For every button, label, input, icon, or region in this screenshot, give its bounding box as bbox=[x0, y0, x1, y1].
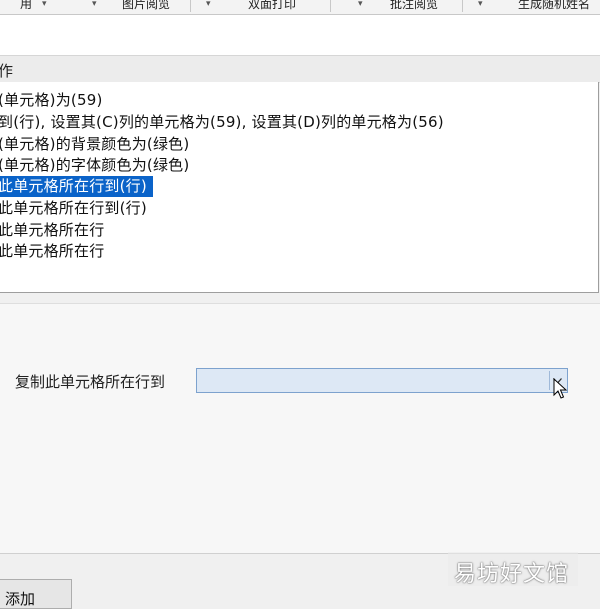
form-panel bbox=[0, 303, 600, 554]
copy-row-label: 复制此单元格所在行到 bbox=[15, 373, 166, 391]
chevron-down-icon[interactable]: ▾ bbox=[358, 0, 363, 9]
target-row-combobox[interactable] bbox=[196, 368, 568, 393]
chevron-down-icon[interactable]: ▾ bbox=[92, 0, 97, 9]
list-item[interactable]: 此单元格所在行到(行) bbox=[0, 198, 147, 219]
list-item[interactable]: (单元格)的背景颜色为(绿色) bbox=[0, 134, 189, 155]
watermark: 易坊好文馆 bbox=[448, 552, 578, 587]
mouse-cursor-icon bbox=[553, 377, 568, 404]
list-item[interactable]: (单元格)的字体颜色为(绿色) bbox=[0, 155, 189, 176]
list-item[interactable]: 此单元格所在行 bbox=[0, 241, 104, 262]
chevron-down-icon[interactable]: ▾ bbox=[206, 0, 211, 9]
list-item[interactable]: 此单元格所在行 bbox=[0, 220, 104, 241]
toolbar-item-duplex-print[interactable]: 双面打印 bbox=[248, 0, 296, 12]
toolbar-item-random-name[interactable]: 生成随机姓名 bbox=[518, 0, 590, 12]
list-item[interactable]: 到(行), 设置其(C)列的单元格为(59), 设置其(D)列的单元格为(56) bbox=[0, 112, 444, 133]
chevron-down-icon[interactable]: ▾ bbox=[478, 0, 483, 9]
toolbar-item-image-view[interactable]: 图片阅览 bbox=[122, 0, 170, 12]
toolbar-separator bbox=[190, 0, 191, 12]
toolbar: 用 ▾ ▾ 图片阅览 ▾ 双面打印 ▾ 批注阅览 ▾ 生成随机姓名 bbox=[0, 0, 600, 15]
list-item[interactable]: (单元格)为(59) bbox=[0, 90, 103, 111]
toolbar-item-use[interactable]: 用 bbox=[20, 0, 32, 12]
action-list[interactable]: (单元格)为(59) 到(行), 设置其(C)列的单元格为(59), 设置其(D… bbox=[0, 82, 599, 293]
toolbar-item-comment-view[interactable]: 批注阅览 bbox=[390, 0, 438, 12]
chevron-down-icon[interactable]: ▾ bbox=[42, 0, 47, 9]
section-title: 作 bbox=[0, 62, 14, 80]
toolbar-spacer bbox=[0, 15, 600, 55]
toolbar-separator bbox=[330, 0, 331, 12]
add-button[interactable]: 添加 bbox=[0, 579, 72, 609]
toolbar-separator bbox=[462, 0, 463, 12]
section-header: 作 bbox=[0, 55, 600, 83]
list-item-selected[interactable]: 此单元格所在行到(行) bbox=[0, 176, 153, 197]
watermark-text: 易坊好文馆 bbox=[454, 562, 570, 587]
